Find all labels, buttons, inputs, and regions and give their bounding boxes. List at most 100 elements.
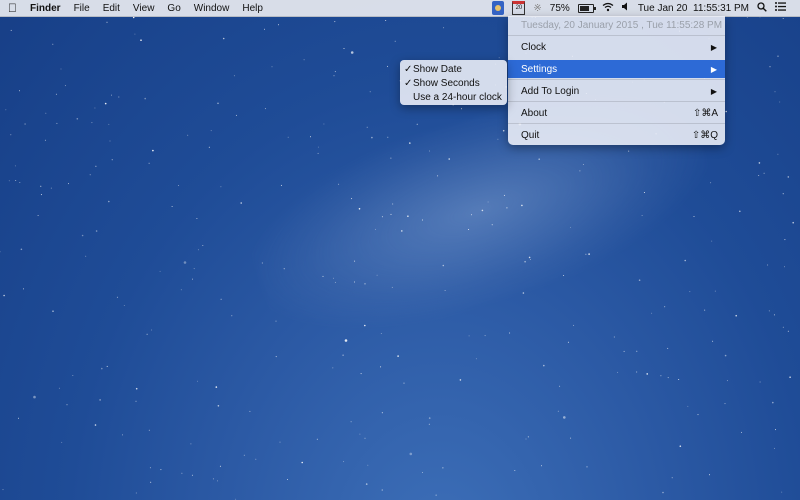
star xyxy=(148,429,150,431)
star xyxy=(724,354,727,357)
star xyxy=(468,229,470,230)
star xyxy=(111,159,113,161)
menu-item-clock[interactable]: Clock ▶ xyxy=(508,38,725,56)
star xyxy=(401,230,403,232)
star xyxy=(2,489,4,491)
menu-item-quit[interactable]: Quit ⇧⌘Q xyxy=(508,126,725,144)
star xyxy=(503,194,505,196)
submenu-item-24-hour-clock[interactable]: Use a 24-hour clock xyxy=(400,90,507,104)
submenu-item-label: Show Date xyxy=(413,63,462,75)
star xyxy=(196,218,198,219)
star xyxy=(23,288,24,290)
star xyxy=(487,201,489,203)
shortcut-quit: ⇧⌘Q xyxy=(691,129,718,141)
star xyxy=(5,109,7,111)
clock-app-icon[interactable] xyxy=(492,1,505,15)
submenu-item-show-date[interactable]: ✓ Show Date xyxy=(400,62,507,76)
star xyxy=(704,309,706,311)
star xyxy=(777,55,779,57)
star xyxy=(3,294,5,297)
checkmark-icon: ✓ xyxy=(404,77,413,89)
star xyxy=(712,340,714,342)
star xyxy=(323,123,325,125)
star xyxy=(678,379,680,380)
star xyxy=(679,445,682,448)
star xyxy=(787,176,790,178)
star xyxy=(52,43,54,45)
volume-icon[interactable] xyxy=(621,2,630,14)
star xyxy=(364,324,366,327)
star xyxy=(287,479,288,480)
star xyxy=(15,180,17,181)
star xyxy=(741,431,742,433)
menu-item-settings[interactable]: Settings ▶ xyxy=(508,60,725,78)
star xyxy=(220,298,222,300)
star xyxy=(14,165,16,167)
menu-go[interactable]: Go xyxy=(167,3,180,14)
star xyxy=(789,376,791,379)
menubar-clock[interactable]: Tue Jan 20 11:55:31 PM xyxy=(638,3,749,14)
star xyxy=(623,350,625,352)
star xyxy=(387,136,389,138)
star xyxy=(369,91,371,93)
star xyxy=(275,320,277,322)
submenu-item-show-seconds[interactable]: ✓ Show Seconds xyxy=(400,76,507,90)
star xyxy=(171,206,173,207)
battery-icon[interactable] xyxy=(577,3,596,13)
star xyxy=(387,65,388,67)
bluetooth-icon[interactable]: ※ xyxy=(533,3,541,14)
star xyxy=(180,289,182,291)
star xyxy=(407,215,409,217)
star xyxy=(24,123,26,125)
star xyxy=(582,164,584,165)
spotlight-search-icon[interactable] xyxy=(757,1,767,15)
star xyxy=(81,234,84,237)
menu-item-label: Settings xyxy=(521,63,558,75)
star xyxy=(264,28,265,30)
star xyxy=(390,213,392,215)
star xyxy=(95,230,98,232)
star xyxy=(89,174,91,176)
menu-edit[interactable]: Edit xyxy=(103,3,120,14)
menu-help[interactable]: Help xyxy=(242,3,263,14)
star xyxy=(759,381,761,383)
menu-separator xyxy=(508,123,725,124)
star xyxy=(394,40,396,42)
menu-item-about[interactable]: About ⇧⌘A xyxy=(508,104,725,122)
star xyxy=(767,264,769,266)
menu-view[interactable]: View xyxy=(133,3,155,14)
star xyxy=(231,315,233,317)
menu-item-add-to-login[interactable]: Add To Login ▶ xyxy=(508,82,725,100)
star xyxy=(106,365,108,367)
star xyxy=(151,329,153,331)
calendar-icon[interactable]: 20 xyxy=(512,1,526,15)
star xyxy=(772,401,774,404)
star xyxy=(134,33,136,35)
star xyxy=(739,210,741,213)
star xyxy=(233,75,235,77)
star xyxy=(343,48,345,49)
menu-window[interactable]: Window xyxy=(194,3,230,14)
star xyxy=(338,183,340,185)
star xyxy=(350,421,352,423)
star xyxy=(109,140,111,142)
menu-file[interactable]: File xyxy=(74,3,90,14)
star xyxy=(215,386,218,388)
star xyxy=(782,193,784,195)
wifi-icon[interactable] xyxy=(602,2,614,15)
notification-center-icon[interactable] xyxy=(775,2,786,14)
star xyxy=(364,283,366,285)
star xyxy=(10,29,12,31)
apple-menu-icon[interactable]:  xyxy=(8,1,17,15)
star xyxy=(588,253,590,255)
star xyxy=(769,66,771,68)
star xyxy=(671,477,673,479)
battery-percent[interactable]: 75% xyxy=(550,3,570,14)
star xyxy=(522,292,525,294)
app-name-finder[interactable]: Finder xyxy=(30,3,61,14)
star xyxy=(777,153,779,155)
star xyxy=(422,219,423,221)
star xyxy=(60,68,62,70)
star xyxy=(484,335,486,337)
menu-separator xyxy=(508,35,725,36)
